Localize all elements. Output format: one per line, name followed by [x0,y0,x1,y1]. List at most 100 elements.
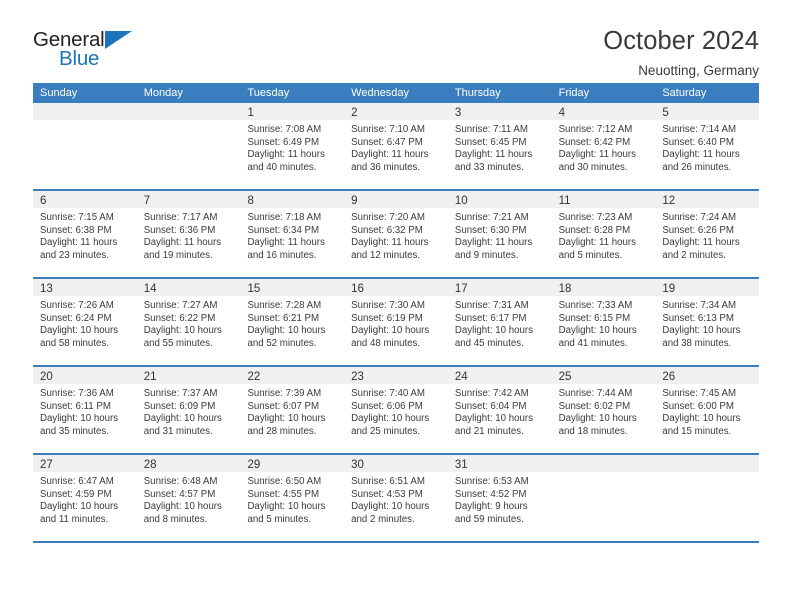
calendar-day-cell[interactable] [33,103,137,189]
sunset-text: Sunset: 6:17 PM [454,312,527,324]
daylight-text-line2: and 59 minutes. [454,513,524,525]
daylight-text-line1: Daylight: 11 hours [40,237,118,249]
day-info: Sunrise: 7:39 AM Sunset: 6:07 PM Dayligh… [240,384,344,438]
day-info: Sunrise: 7:27 AM Sunset: 6:22 PM Dayligh… [137,296,241,350]
calendar-day-cell[interactable]: 12 Sunrise: 7:24 AM Sunset: 6:26 PM Dayl… [655,191,760,277]
daylight-text-line1: Daylight: 10 hours [247,413,326,425]
weekday-header-wednesday: Wednesday [351,87,410,99]
calendar-day-cell[interactable]: 6 Sunrise: 7:15 AM Sunset: 6:38 PM Dayli… [33,191,137,277]
day-number: 2 [351,107,358,119]
calendar-day-cell[interactable]: 11 Sunrise: 7:23 AM Sunset: 6:28 PM Dayl… [551,191,656,277]
calendar-day-cell[interactable]: 30 Sunrise: 6:51 AM Sunset: 4:53 PM Dayl… [344,455,448,541]
calendar-day-cell[interactable]: 13 Sunrise: 7:26 AM Sunset: 6:24 PM Dayl… [33,279,137,365]
calendar-day-cell[interactable]: 19 Sunrise: 7:34 AM Sunset: 6:13 PM Dayl… [655,279,760,365]
day-number-band: 20 [33,367,137,384]
calendar-day-cell[interactable]: 14 Sunrise: 7:27 AM Sunset: 6:22 PM Dayl… [136,279,241,365]
calendar-day-cell[interactable]: 26 Sunrise: 7:45 AM Sunset: 6:00 PM Dayl… [655,367,760,453]
calendar-day-cell[interactable]: 27 Sunrise: 6:47 AM Sunset: 4:59 PM Dayl… [33,455,137,541]
day-number: 16 [351,283,364,295]
brand-name-general: General [33,28,105,51]
day-number-band: 21 [136,367,241,384]
calendar-day-cell[interactable]: 1 Sunrise: 7:08 AM Sunset: 6:49 PM Dayli… [240,103,345,189]
daylight-text-line2: and 5 minutes. [558,249,623,261]
weekday-header-thursday: Thursday [454,87,501,99]
daylight-text-line1: Daylight: 11 hours [351,237,429,249]
day-number-band: 25 [551,367,656,384]
calendar-day-cell[interactable]: 25 Sunrise: 7:44 AM Sunset: 6:02 PM Dayl… [551,367,656,453]
calendar-day-cell[interactable]: 24 Sunrise: 7:42 AM Sunset: 6:04 PM Dayl… [447,367,552,453]
day-number-band: 31 [447,455,552,472]
day-number-band: 26 [655,367,760,384]
day-info: Sunrise: 7:37 AM Sunset: 6:09 PM Dayligh… [137,384,241,438]
weekday-header-tuesday: Tuesday [247,87,290,99]
calendar-day-cell[interactable]: 22 Sunrise: 7:39 AM Sunset: 6:07 PM Dayl… [240,367,345,453]
calendar-day-cell[interactable]: 18 Sunrise: 7:33 AM Sunset: 6:15 PM Dayl… [551,279,656,365]
daylight-text-line1: Daylight: 11 hours [247,237,325,249]
calendar-day-cell[interactable]: 3 Sunrise: 7:11 AM Sunset: 6:45 PM Dayli… [447,103,552,189]
day-number: 30 [351,459,364,471]
sunset-text: Sunset: 4:52 PM [454,488,527,500]
page-title: October 2024 [603,27,759,55]
sunset-text: Sunset: 6:49 PM [247,136,320,148]
calendar-day-cell[interactable]: 23 Sunrise: 7:40 AM Sunset: 6:06 PM Dayl… [344,367,448,453]
calendar-day-cell[interactable]: 16 Sunrise: 7:30 AM Sunset: 6:19 PM Dayl… [344,279,448,365]
calendar-day-cell[interactable]: 31 Sunrise: 6:53 AM Sunset: 4:52 PM Dayl… [447,455,552,541]
calendar-day-cell[interactable]: 21 Sunrise: 7:37 AM Sunset: 6:09 PM Dayl… [136,367,241,453]
weekday-header-sunday: Sunday [40,87,78,99]
daylight-text-line2: and 28 minutes. [247,425,317,437]
day-number-band: 4 [551,103,656,120]
sunrise-text: Sunrise: 7:31 AM [454,300,529,311]
calendar-day-cell[interactable]: 9 Sunrise: 7:20 AM Sunset: 6:32 PM Dayli… [344,191,448,277]
sunset-text: Sunset: 6:47 PM [351,136,423,148]
day-number-band: 9 [344,191,448,208]
daylight-text-line2: and 23 minutes. [40,249,109,261]
calendar-day-cell[interactable]: 8 Sunrise: 7:18 AM Sunset: 6:34 PM Dayli… [240,191,345,277]
calendar-day-cell[interactable]: 20 Sunrise: 7:36 AM Sunset: 6:11 PM Dayl… [33,367,137,453]
day-info [552,472,656,476]
day-number: 19 [662,283,676,295]
sunrise-text: Sunrise: 7:39 AM [247,388,322,399]
weekday-header-row: Sunday Monday Tuesday Wednesday Thursday… [33,83,759,103]
sunset-text: Sunset: 6:42 PM [558,136,631,148]
daylight-text-line1: Daylight: 11 hours [454,237,533,249]
calendar-day-cell[interactable]: 29 Sunrise: 6:50 AM Sunset: 4:55 PM Dayl… [240,455,345,541]
daylight-text-line2: and 11 minutes. [40,513,109,525]
day-number: 31 [454,459,468,471]
calendar-week-row: 13 Sunrise: 7:26 AM Sunset: 6:24 PM Dayl… [33,279,760,367]
sunrise-text: Sunrise: 7:15 AM [40,212,114,223]
sunrise-text: Sunrise: 7:20 AM [351,212,425,223]
calendar-day-cell[interactable]: 4 Sunrise: 7:12 AM Sunset: 6:42 PM Dayli… [551,103,656,189]
sunset-text: Sunset: 6:24 PM [40,312,112,324]
calendar-day-cell[interactable]: 5 Sunrise: 7:14 AM Sunset: 6:40 PM Dayli… [655,103,760,189]
daylight-text-line1: Daylight: 10 hours [558,413,637,425]
day-info: Sunrise: 7:26 AM Sunset: 6:24 PM Dayligh… [33,296,137,350]
calendar-day-cell[interactable]: 7 Sunrise: 7:17 AM Sunset: 6:36 PM Dayli… [136,191,241,277]
day-number-band: 2 [344,103,448,120]
day-number: 3 [454,107,462,119]
calendar-day-cell[interactable]: 17 Sunrise: 7:31 AM Sunset: 6:17 PM Dayl… [447,279,552,365]
sunset-text: Sunset: 6:07 PM [247,400,320,412]
sunset-text: Sunset: 4:55 PM [247,488,320,500]
calendar-day-cell[interactable]: 28 Sunrise: 6:48 AM Sunset: 4:57 PM Dayl… [136,455,241,541]
day-number-band: 14 [136,279,241,296]
calendar-day-cell[interactable] [136,103,241,189]
day-number: 13 [40,283,53,295]
sunrise-text: Sunrise: 7:37 AM [143,388,218,399]
sunset-text: Sunset: 6:19 PM [351,312,423,324]
day-number: 1 [247,107,254,119]
calendar-day-cell[interactable]: 2 Sunrise: 7:10 AM Sunset: 6:47 PM Dayli… [344,103,448,189]
day-info: Sunrise: 7:17 AM Sunset: 6:36 PM Dayligh… [137,208,241,262]
sunrise-text: Sunrise: 7:18 AM [247,212,322,223]
calendar-day-cell[interactable] [655,455,760,541]
daylight-text-line1: Daylight: 11 hours [351,149,429,161]
day-number: 20 [40,371,53,383]
day-number: 5 [662,107,669,119]
calendar-day-cell[interactable] [551,455,656,541]
day-number: 21 [143,371,157,383]
calendar-day-cell[interactable]: 15 Sunrise: 7:28 AM Sunset: 6:21 PM Dayl… [240,279,345,365]
daylight-text-line2: and 12 minutes. [351,249,421,261]
daylight-text-line1: Daylight: 10 hours [662,413,741,425]
daylight-text-line2: and 26 minutes. [662,161,732,173]
calendar-day-cell[interactable]: 10 Sunrise: 7:21 AM Sunset: 6:30 PM Dayl… [447,191,552,277]
sunrise-text: Sunrise: 7:17 AM [143,212,218,223]
